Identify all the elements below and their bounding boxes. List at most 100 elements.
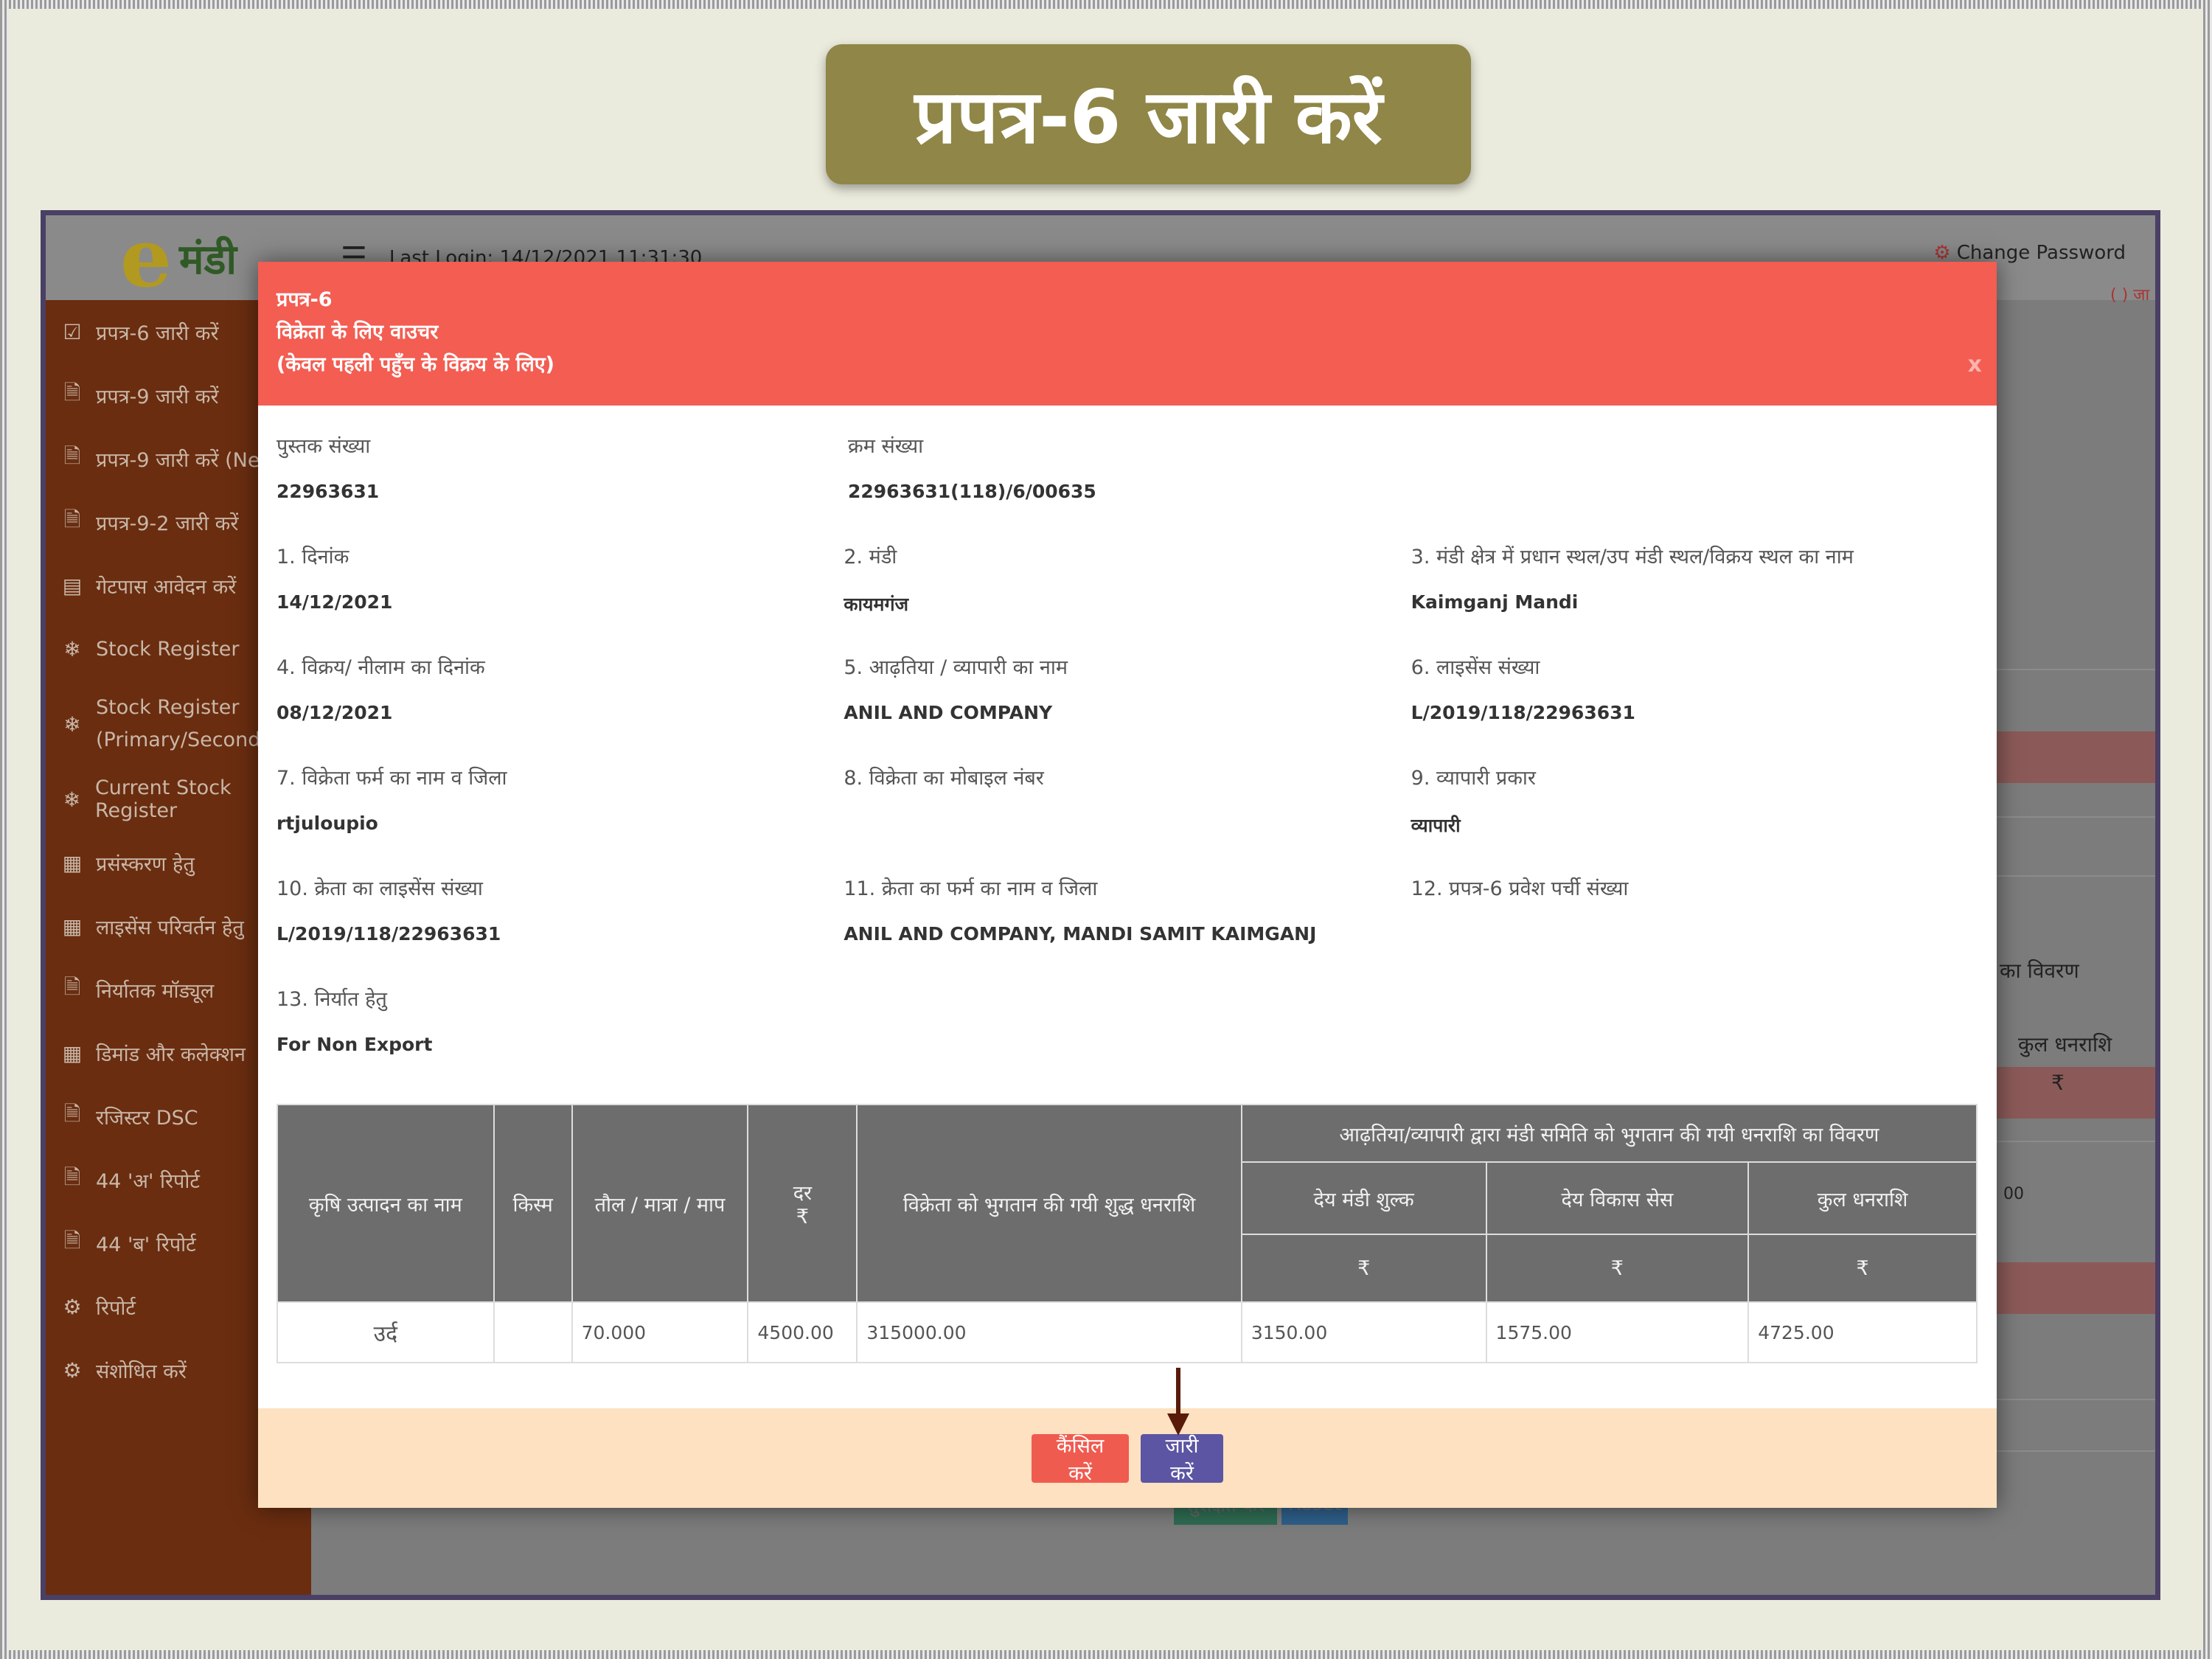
- sidebar-item-label: लाइसेंस परिवर्तन हेतु: [96, 916, 244, 939]
- logo-letter: e: [120, 210, 173, 305]
- col-dev-cess: देय विकास सेस: [1485, 1161, 1750, 1235]
- field-value: rtjuloupio: [276, 813, 378, 834]
- field-value: L/2019/118/22963631: [276, 923, 501, 945]
- col-mandi-fee: देय मंडी शुल्क: [1240, 1161, 1487, 1235]
- col-group-header: आढ़तिया/व्यापारी द्वारा मंडी समिति को भु…: [1240, 1104, 1978, 1163]
- modal-note: (केवल पहली पहुँच के विक्रय के लिए): [276, 353, 555, 376]
- field-seller-mobile: 8. विक्रेता का मोबाइल नंबर: [844, 756, 1411, 866]
- field-value: ANIL AND COMPANY: [844, 702, 1053, 723]
- issue-button[interactable]: जारी करें: [1141, 1433, 1223, 1484]
- field-label: 2. मंडी: [844, 546, 897, 568]
- field-label: 11. क्रेता का फर्म का नाम व जिला: [844, 877, 1098, 900]
- document-icon: 🗎: [63, 1165, 81, 1189]
- grid-icon: ▦: [62, 850, 83, 875]
- field-label: 6. लाइसेंस संख्या: [1411, 656, 1540, 679]
- table-row: उर्द 70.000 4500.00 315000.00 3150.00 15…: [276, 1301, 1978, 1363]
- sidebar-item-label: रजिस्टर DSC: [96, 1106, 198, 1130]
- cell-mandi-fee: 3150.00: [1240, 1301, 1487, 1363]
- sidebar-item-label: 44 'ब' रिपोर्ट: [96, 1233, 196, 1256]
- field-export: 13. निर्यात हेतु For Non Export: [276, 977, 848, 1088]
- field-label: 4. विक्रय/ नीलाम का दिनांक: [276, 656, 485, 679]
- change-password-link[interactable]: ⚙ Change Password: [1933, 242, 2126, 264]
- cell-total: 4725.00: [1747, 1301, 1978, 1363]
- cell-weight: 70.000: [571, 1301, 749, 1363]
- cancel-button[interactable]: कैंसिल करें: [1032, 1433, 1129, 1484]
- document-icon: 🗎: [63, 1228, 81, 1253]
- field-label: क्रम संख्या: [848, 435, 924, 458]
- field-label: 13. निर्यात हेतु: [276, 988, 387, 1011]
- logo-text: मंडी: [179, 235, 237, 284]
- sidebar-item-label: Stock Register: [96, 637, 240, 661]
- field-seller-firm: 7. विक्रेता फर्म का नाम व जिला rtjuloupio: [276, 756, 844, 866]
- field-trader-name: 5. आढ़तिया / व्यापारी का नाम ANIL AND COM…: [844, 645, 1411, 756]
- col-total: कुल धनराशि: [1747, 1161, 1978, 1235]
- field-label: 1. दिनांक: [276, 546, 349, 568]
- bg-top-right-text: ( ) जा: [2110, 286, 2150, 305]
- check-square-icon: ☑: [63, 319, 82, 344]
- document-icon: 🗎: [63, 507, 81, 532]
- col-produce: कृषि उत्पादन का नाम: [276, 1104, 495, 1303]
- field-row: 1. दिनांक 14/12/2021 2. मंडी कायमगंज 3. मं…: [276, 535, 1978, 645]
- field-value: ANIL AND COMPANY, MANDI SAMIT KAIMGANJ: [844, 923, 1317, 945]
- field-value: कायमगंज: [844, 594, 909, 615]
- cell-rate: 4500.00: [747, 1301, 858, 1363]
- gear-icon: ⚙: [63, 1357, 82, 1382]
- bg-currency: ₹: [2051, 1071, 2065, 1095]
- col-unit: ₹: [1240, 1234, 1487, 1303]
- field-date: 1. दिनांक 14/12/2021: [276, 535, 844, 645]
- col-weight: तौल / मात्रा / माप: [571, 1104, 749, 1303]
- slide-title: प्रपत्र-6 जारी करें: [826, 44, 1471, 184]
- calculator-icon: ▦: [62, 1040, 83, 1065]
- document-icon: 🗎: [63, 1102, 81, 1126]
- field-value: 22963631: [276, 481, 380, 502]
- modal-header: प्रपत्र-6 विक्रेता के लिए वाउचर (केवल पह…: [258, 262, 1997, 406]
- field-label: 5. आढ़तिया / व्यापारी का नाम: [844, 656, 1068, 679]
- document-icon: 🗎: [63, 975, 81, 999]
- field-row: 4. विक्रय/ नीलाम का दिनांक 08/12/2021 5. …: [276, 645, 1978, 756]
- field-book-number: पुस्तक संख्या 22963631: [276, 424, 848, 535]
- field-value: [1411, 907, 1978, 923]
- sidebar-item-label: संशोधित करें: [96, 1360, 187, 1383]
- field-place-name: 3. मंडी क्षेत्र में प्रधान स्थल/उप मंडी …: [1411, 535, 1978, 645]
- field-label: पुस्तक संख्या: [276, 435, 371, 458]
- snowflake-icon: ❄: [63, 636, 81, 661]
- sidebar-item-label: निर्यातक मॉड्यूल: [96, 979, 215, 1003]
- field-trader-type: 9. व्यापारी प्रकार व्यापारी: [1411, 756, 1978, 866]
- field-mandi: 2. मंडी कायमगंज: [844, 535, 1411, 645]
- bg-section-label: का विवरण: [2000, 959, 2079, 983]
- field-label: 7. विक्रेता फर्म का नाम व जिला: [276, 767, 507, 790]
- sidebar-item-label: प्रपत्र-9-2 जारी करें: [96, 512, 239, 535]
- snowflake-icon: ❄: [63, 712, 81, 737]
- field-value: Kaimganj Mandi: [1411, 591, 1579, 613]
- bg-total-header: कुल धनराशि: [2018, 1032, 2112, 1057]
- close-icon[interactable]: x: [1968, 349, 1982, 381]
- document-icon: 🗎: [63, 444, 81, 468]
- gear-icon: ⚙: [63, 1294, 82, 1319]
- bg-amount: 00: [2003, 1185, 2024, 1203]
- col-rate: दर ₹: [747, 1104, 858, 1303]
- change-password-label: Change Password: [1956, 242, 2126, 264]
- field-label: 9. व्यापारी प्रकार: [1411, 767, 1536, 790]
- sidebar-item-label: प्रपत्र-9 जारी करें: [96, 385, 219, 408]
- field-label: 8. विक्रेता का मोबाइल नंबर: [844, 767, 1044, 790]
- col-rate-label: दर: [793, 1182, 813, 1205]
- sidebar-item-label: रिपोर्ट: [96, 1296, 136, 1320]
- col-net-amount: विक्रेता को भुगतान की गयी शुद्ध धनराशि: [856, 1104, 1242, 1303]
- field-label: 12. प्रपत्र-6 प्रवेश पर्ची संख्या: [1411, 877, 1629, 900]
- field-row: 13. निर्यात हेतु For Non Export: [276, 977, 1978, 1088]
- col-variety: किस्म: [493, 1104, 573, 1303]
- cell-variety: [493, 1301, 573, 1363]
- gear-icon: ⚙: [1933, 242, 1951, 264]
- field-value: 08/12/2021: [276, 702, 393, 723]
- field-value: 14/12/2021: [276, 591, 393, 613]
- field-buyer-license: 10. क्रेता का लाइसेंस संख्या L/2019/118/2…: [276, 866, 844, 977]
- field-value: व्यापारी: [1411, 815, 1461, 836]
- produce-table: कृषि उत्पादन का नाम किस्म तौल / मात्रा /…: [276, 1104, 1978, 1363]
- sidebar-item-label: प्रपत्र-6 जारी करें: [96, 321, 219, 345]
- col-unit: ₹: [1747, 1234, 1978, 1303]
- field-row: 10. क्रेता का लाइसेंस संख्या L/2019/118/2…: [276, 866, 1978, 977]
- sidebar-item-label: प्रसंस्करण हेतु: [96, 852, 195, 876]
- field-entry-slip: 12. प्रपत्र-6 प्रवेश पर्ची संख्या: [1411, 866, 1978, 977]
- snowflake-icon: ❄: [63, 787, 81, 812]
- field-serial-number: क्रम संख्या 22963631(118)/6/00635: [848, 424, 1419, 535]
